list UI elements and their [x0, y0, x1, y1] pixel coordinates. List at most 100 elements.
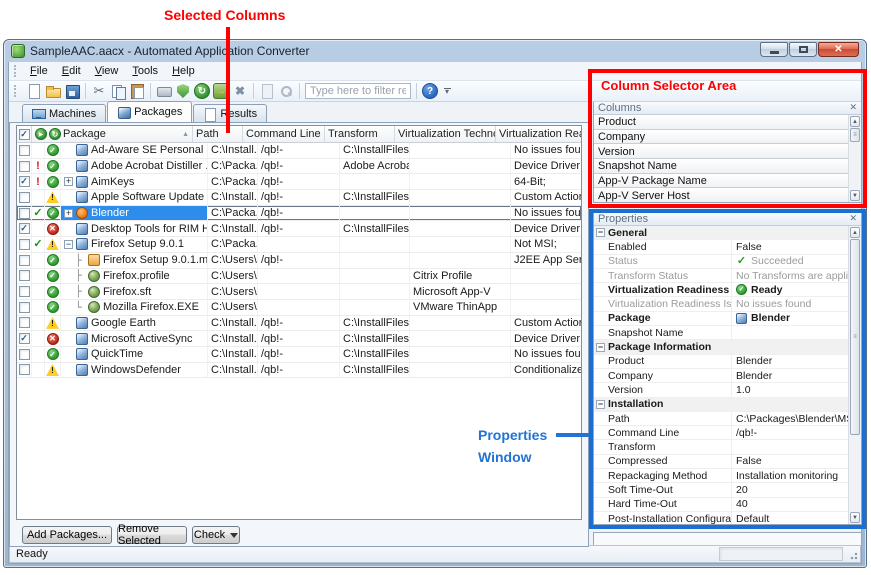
table-row[interactable]: Blender C:\Packa... /qb!- No issues foun… [17, 206, 581, 222]
toolbar-overflow-icon[interactable] [441, 83, 453, 99]
package-icon [76, 348, 88, 360]
row-checkbox[interactable] [19, 317, 30, 328]
paste-icon[interactable] [129, 83, 145, 99]
status-icon [47, 176, 59, 188]
tree-line [75, 285, 87, 298]
select-all-header-cell[interactable] [17, 126, 32, 142]
row-checkbox-cell [17, 237, 32, 252]
table-row[interactable]: Microsoft ActiveSync C:\Install... /qb!-… [17, 331, 581, 347]
column-header-virtualization-readiness[interactable]: Virtualization Readi... [496, 126, 581, 142]
expander-icon[interactable] [64, 209, 73, 218]
row-checkbox[interactable] [19, 176, 30, 187]
transform-cell: C:\InstallFiles\... [340, 190, 410, 205]
virtualization-readiness-cell: 64-Bit; [511, 174, 581, 189]
path-cell: C:\Packa... [208, 159, 258, 174]
column-header-command-line[interactable]: Command Line [243, 126, 325, 142]
row-checkbox-cell [17, 221, 32, 236]
add-packages-button[interactable]: Add Packages... [22, 526, 112, 544]
table-row[interactable]: Desktop Tools for RIM H... C:\Install...… [17, 221, 581, 237]
status-icon [47, 207, 59, 219]
status-icon [46, 191, 59, 203]
menu-item[interactable]: Edit [55, 63, 88, 79]
virtualization-readiness-cell: J2EE App Server; Sh... [511, 253, 581, 268]
table-row[interactable]: Firefox Setup 9.0.1.msi C:\Users\... /qb… [17, 253, 581, 269]
virtualization-technology-cell [410, 363, 511, 378]
row-flag-cell [32, 347, 45, 362]
row-checkbox[interactable] [19, 364, 30, 375]
sort-ascending-icon [182, 131, 189, 138]
column-header-virtualization-technology[interactable]: Virtualization Technolo... [395, 126, 496, 142]
help-icon[interactable] [422, 83, 438, 99]
menu-item[interactable]: File [23, 63, 55, 79]
row-checkbox[interactable] [19, 145, 30, 156]
tab[interactable]: Machines [22, 104, 106, 122]
tab[interactable]: Results [193, 104, 267, 122]
column-header-transform[interactable]: Transform [325, 126, 395, 142]
remove-selected-button[interactable]: Remove Selected [117, 526, 187, 544]
column-header-package[interactable]: Package [32, 126, 193, 142]
titlebar[interactable]: SampleAAC.aacx - Automated Application C… [4, 40, 866, 61]
expander-icon[interactable] [64, 240, 73, 249]
table-row[interactable]: Firefox.profile C:\Users\... Citrix Prof… [17, 269, 581, 285]
row-flag-cell [32, 300, 45, 315]
table-row[interactable]: Google Earth C:\Install... /qb!- C:\Inst… [17, 316, 581, 332]
row-checkbox[interactable] [19, 161, 30, 172]
table-row[interactable]: WindowsDefender C:\Install... /qb!- C:\I… [17, 363, 581, 379]
row-checkbox[interactable] [19, 333, 30, 344]
row-checkbox[interactable] [19, 192, 30, 203]
row-checkbox[interactable] [19, 270, 30, 281]
minimize-button[interactable] [760, 42, 788, 57]
row-checkbox[interactable] [19, 208, 30, 219]
row-checkbox[interactable] [19, 223, 30, 234]
menu-item[interactable]: View [88, 63, 126, 79]
package-icon [76, 238, 88, 250]
row-checkbox[interactable] [19, 239, 30, 250]
tab[interactable]: Packages [107, 101, 192, 122]
transform-cell [340, 206, 410, 221]
filter-records-input[interactable] [305, 83, 411, 99]
virtualization-technology-cell [410, 331, 511, 346]
row-checkbox[interactable] [19, 349, 30, 360]
table-row[interactable]: Adobe Acrobat Distiller ... C:\Packa... … [17, 159, 581, 175]
search-icon-disabled[interactable] [278, 83, 294, 99]
table-row[interactable]: Firefox.sft C:\Users\... Microsoft App-V [17, 284, 581, 300]
launch-machine-icon[interactable] [156, 83, 172, 99]
menu-item[interactable]: Tools [125, 63, 165, 79]
check-button[interactable]: Check [192, 526, 240, 544]
open-icon[interactable] [45, 83, 61, 99]
row-checkbox[interactable] [19, 302, 30, 313]
row-checkbox[interactable] [19, 255, 30, 266]
install-capture-icon[interactable] [175, 83, 191, 99]
table-row[interactable]: Firefox Setup 9.0.1 C:\Packa... Not MSI; [17, 237, 581, 253]
select-all-checkbox[interactable] [19, 129, 30, 140]
transform-cell [340, 237, 410, 252]
save-icon[interactable] [64, 83, 80, 99]
expander-icon[interactable] [64, 177, 73, 186]
package-name: Adobe Acrobat Distiller ... [91, 160, 208, 172]
path-cell: C:\Install... [208, 190, 258, 205]
virtualization-technology-cell: VMware ThinApp [410, 300, 511, 315]
table-row[interactable]: AimKeys C:\Packa... /qb!- 64-Bit; [17, 174, 581, 190]
table-row[interactable]: QuickTime C:\Install... /qb!- C:\Install… [17, 347, 581, 363]
run-conversion-icon[interactable] [194, 83, 210, 99]
menu-item[interactable]: Help [165, 63, 202, 79]
package-name-cell: Firefox Setup 9.0.1.msi [61, 253, 208, 268]
annotation-properties-line2: Window [478, 446, 547, 468]
row-checkbox[interactable] [19, 286, 30, 297]
table-row[interactable]: Apple Software Update C:\Install... /qb!… [17, 190, 581, 206]
virtualization-technology-cell [410, 316, 511, 331]
resize-grip-icon[interactable] [848, 550, 858, 560]
row-checkbox-cell [17, 300, 32, 315]
maximize-button[interactable] [789, 42, 817, 57]
copy-icon[interactable] [110, 83, 126, 99]
new-document-icon[interactable] [26, 83, 42, 99]
table-row[interactable]: Ad-Aware SE Personal C:\Install... /qb!-… [17, 143, 581, 159]
cut-icon[interactable] [91, 83, 107, 99]
column-header-path[interactable]: Path [193, 126, 243, 142]
report-icon-disabled[interactable] [259, 83, 275, 99]
table-row[interactable]: Mozilla Firefox.EXE C:\Users\... VMware … [17, 300, 581, 316]
status-icon [46, 317, 59, 329]
close-button[interactable] [818, 42, 859, 57]
package-icon [76, 160, 88, 172]
stop-icon[interactable] [232, 83, 248, 99]
